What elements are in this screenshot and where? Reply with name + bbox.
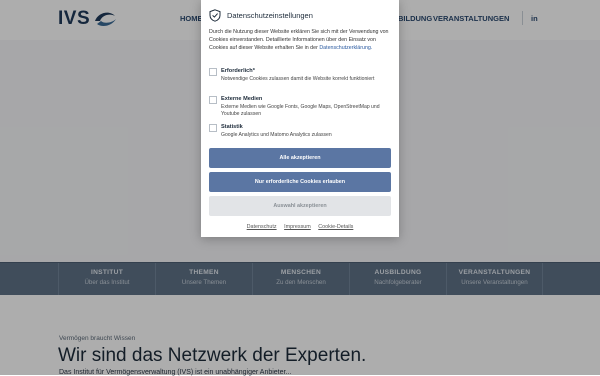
option-label: Erforderlich* [221, 68, 255, 74]
dialog-title: Datenschutzeinstellungen [227, 11, 313, 20]
accept-all-button[interactable]: Alle akzeptieren [209, 148, 391, 168]
cookie-consent-dialog: Datenschutzeinstellungen Durch die Nutzu… [201, 0, 399, 237]
option-description: Google Analytics und Matomo Analytics zu… [221, 132, 332, 138]
required-only-button[interactable]: Nur erforderliche Cookies erlauben [209, 172, 391, 192]
cookie-details-link[interactable]: Cookie-Details [318, 224, 353, 230]
option-description: Externe Medien wie Google Fonts, Google … [221, 104, 380, 117]
checkbox-externe-medien[interactable] [209, 96, 217, 104]
checkbox-erforderlich[interactable] [209, 68, 217, 76]
impressum-link[interactable]: Impressum [284, 224, 311, 230]
option-label: Externe Medien [221, 96, 263, 102]
privacy-policy-link[interactable]: Datenschutzerklärung. [319, 45, 372, 51]
shield-check-icon [209, 9, 221, 22]
datenschutz-link[interactable]: Datenschutz [247, 224, 277, 230]
dialog-header: Datenschutzeinstellungen [209, 9, 313, 22]
checkbox-statistik[interactable] [209, 124, 217, 132]
option-label: Statistik [221, 124, 243, 130]
dialog-intro: Durch die Nutzung dieser Website erkläre… [209, 28, 391, 53]
accept-selection-button[interactable]: Auswahl akzeptieren [209, 196, 391, 216]
dialog-footer-links: Datenschutz Impressum Cookie-Details [201, 224, 399, 230]
option-description: Notwendige Cookies zulassen damit die We… [221, 76, 375, 82]
